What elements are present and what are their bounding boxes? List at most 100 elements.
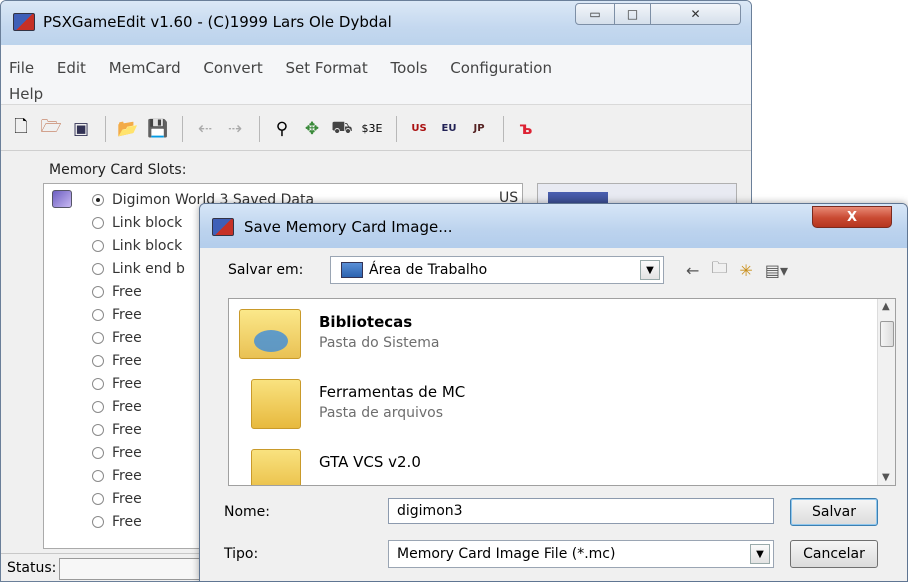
chevron-down-icon[interactable]: ▼ (750, 544, 770, 564)
file-type: Pasta do Sistema (319, 335, 440, 351)
toolbar-separator (396, 115, 397, 142)
tool-3e-icon[interactable]: $3E (358, 115, 386, 143)
slot-label: Free (112, 375, 142, 392)
toolbar-separator (259, 115, 260, 142)
main-window-title: PSXGameEdit v1.60 - (C)1999 Lars Ole Dyb… (43, 13, 392, 31)
new-file-icon[interactable]: 🗋 (7, 115, 35, 143)
slot-radio[interactable] (92, 193, 104, 206)
save-icon[interactable]: 💾 (144, 115, 172, 143)
file-name: Bibliotecas (319, 313, 413, 331)
misc-tool-icon[interactable]: ъ (512, 115, 540, 143)
dialog-close-button[interactable]: X (812, 206, 892, 228)
format-us-icon[interactable]: US (405, 115, 433, 143)
slot-radio[interactable] (92, 216, 104, 229)
toolbar-separator (105, 115, 106, 142)
dialog-title: Save Memory Card Image... (244, 218, 453, 236)
copy-right-icon[interactable]: ⇢ (221, 115, 249, 143)
libraries-folder-icon (239, 309, 301, 359)
minimize-button[interactable]: ▭ (575, 3, 615, 25)
dialog-nav-toolbar: ← 🗀 ✳ ▤▾ (686, 256, 800, 284)
slot-label: Free (112, 398, 142, 415)
slot-radio[interactable] (92, 515, 104, 528)
tool-hand-icon[interactable]: ⚲ (268, 115, 296, 143)
save-in-value: Área de Trabalho (369, 262, 488, 278)
status-label: Status: (7, 560, 57, 576)
view-menu-icon[interactable]: ▤▾ (765, 261, 788, 280)
menu-memcard[interactable]: MemCard (109, 59, 181, 77)
save-in-combo[interactable]: Área de Trabalho ▼ (330, 256, 664, 284)
menu-file[interactable]: File (9, 59, 34, 77)
status-field (59, 558, 219, 580)
memory-card-slots-label: Memory Card Slots: (49, 162, 187, 178)
main-title-bar[interactable]: PSXGameEdit v1.60 - (C)1999 Lars Ole Dyb… (1, 1, 751, 45)
desktop-icon (341, 262, 363, 278)
tool-puzzle-icon[interactable]: ✥ (298, 115, 326, 143)
folder-icon (251, 379, 301, 429)
dialog-title-bar[interactable]: Save Memory Card Image... X (200, 204, 907, 248)
slot-label: Free (112, 283, 142, 300)
slot-radio[interactable] (92, 308, 104, 321)
list-item[interactable]: Ferramentas de MC Pasta de arquivos (237, 373, 837, 441)
back-icon[interactable]: ← (686, 261, 699, 280)
slot-radio[interactable] (92, 492, 104, 505)
slot-radio[interactable] (92, 239, 104, 252)
menu-configuration[interactable]: Configuration (450, 59, 552, 77)
open-folder-icon[interactable]: 📂 (114, 115, 142, 143)
save-button[interactable]: Salvar (790, 498, 878, 526)
menu-tools[interactable]: Tools (391, 59, 428, 77)
slot-label: Link block (112, 214, 183, 231)
slot-label: Link block (112, 237, 183, 254)
menu-bar: File Edit MemCard Convert Set Format Too… (1, 45, 751, 105)
file-type-label: Tipo: (224, 546, 259, 562)
tool-car-icon[interactable]: ⛟ (328, 115, 356, 143)
format-jp-icon[interactable]: JP (465, 115, 493, 143)
new-folder-icon[interactable]: ✳ (739, 261, 752, 280)
app-icon (13, 13, 35, 31)
file-list[interactable]: Bibliotecas Pasta do Sistema Ferramentas… (228, 298, 896, 486)
slot-radio[interactable] (92, 423, 104, 436)
slot-radio[interactable] (92, 331, 104, 344)
slot-label: Free (112, 444, 142, 461)
chevron-down-icon[interactable]: ▼ (640, 260, 660, 280)
folder-icon (251, 449, 301, 485)
slot-label: Free (112, 513, 142, 530)
close-button[interactable]: ✕ (651, 3, 741, 25)
save-in-label: Salvar em: (228, 262, 304, 278)
open-game-icon[interactable]: 🗁 (37, 115, 65, 143)
slot-radio[interactable] (92, 285, 104, 298)
format-eu-icon[interactable]: EU (435, 115, 463, 143)
file-list-scrollbar[interactable]: ▲ ▼ (877, 299, 895, 485)
scroll-thumb[interactable] (880, 321, 894, 347)
file-type: Pasta de arquivos (319, 405, 444, 421)
menu-set-format[interactable]: Set Format (285, 59, 367, 77)
file-name-input[interactable] (388, 498, 774, 524)
slot-radio[interactable] (92, 446, 104, 459)
scroll-down-icon[interactable]: ▼ (882, 472, 890, 483)
slot-radio[interactable] (92, 400, 104, 413)
slot-radio[interactable] (92, 377, 104, 390)
file-name: Ferramentas de MC (319, 383, 466, 401)
menu-convert[interactable]: Convert (203, 59, 262, 77)
memcard-icon[interactable]: ▣ (67, 115, 95, 143)
slot-label: Link end b (112, 260, 185, 277)
slot-label: Free (112, 352, 142, 369)
list-item[interactable]: Bibliotecas Pasta do Sistema (237, 303, 837, 371)
maximize-button[interactable]: □ (615, 3, 651, 25)
scroll-up-icon[interactable]: ▲ (882, 301, 890, 312)
save-dialog: Save Memory Card Image... X Salvar em: Á… (199, 203, 908, 582)
slot-radio[interactable] (92, 469, 104, 482)
menu-edit[interactable]: Edit (57, 59, 86, 77)
toolbar: 🗋 🗁 ▣ 📂 💾 ⇠ ⇢ ⚲ ✥ ⛟ $3E US EU JP ъ (1, 107, 751, 151)
slot-radio[interactable] (92, 354, 104, 367)
slot-radio[interactable] (92, 262, 104, 275)
file-name: GTA VCS v2.0 (319, 453, 421, 471)
list-item[interactable]: GTA VCS v2.0 (237, 443, 837, 485)
up-folder-icon[interactable]: 🗀 (711, 257, 727, 284)
menu-help[interactable]: Help (9, 85, 43, 103)
file-type-select[interactable]: Memory Card Image File (*.mc) ▼ (388, 540, 774, 568)
slot-label: Free (112, 467, 142, 484)
cancel-button[interactable]: Cancelar (790, 540, 878, 568)
toolbar-separator (503, 115, 504, 142)
slot-label: Free (112, 329, 142, 346)
copy-left-icon[interactable]: ⇠ (191, 115, 219, 143)
